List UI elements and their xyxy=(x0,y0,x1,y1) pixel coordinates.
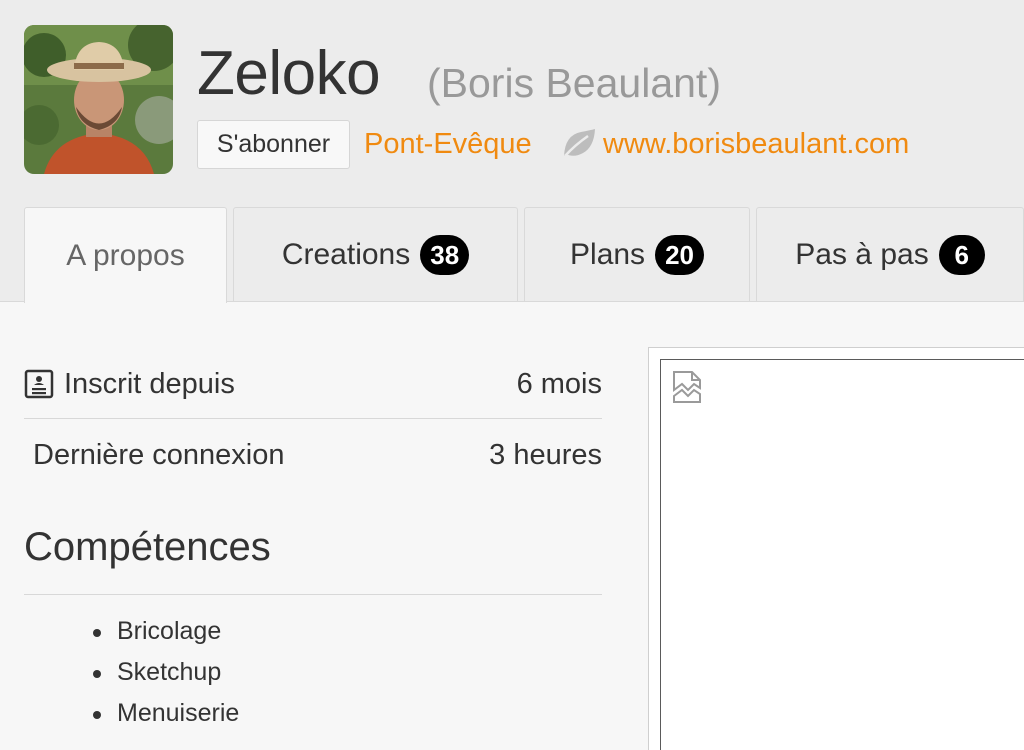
id-card-icon xyxy=(24,369,54,399)
tab-a-propos[interactable]: A propos xyxy=(24,207,227,303)
skills-list: Bricolage Sketchup Menuiserie xyxy=(92,611,239,734)
divider xyxy=(24,594,602,595)
stat-member-since: Inscrit depuis 6 mois xyxy=(24,360,602,408)
list-item: Bricolage xyxy=(92,611,239,652)
tab-label: Plans xyxy=(570,238,646,271)
tab-plans[interactable]: Plans 20 xyxy=(524,207,750,302)
count-badge: 6 xyxy=(938,235,985,275)
count-badge: 38 xyxy=(420,235,470,275)
divider xyxy=(24,418,602,419)
tab-label: Pas à pas xyxy=(795,238,929,271)
username: Zeloko xyxy=(197,39,381,108)
tab-pas-a-pas[interactable]: Pas à pas 6 xyxy=(756,207,1024,302)
stat-label: Dernière connexion xyxy=(33,438,285,471)
avatar[interactable] xyxy=(24,25,173,174)
location-link[interactable]: Pont-Evêque xyxy=(364,126,532,162)
list-item: Menuiserie xyxy=(92,693,239,734)
subscribe-button[interactable]: S'abonner xyxy=(197,120,350,169)
user-photo xyxy=(24,25,173,174)
leaf-icon xyxy=(564,129,595,157)
real-name: (Boris Beaulant) xyxy=(427,60,721,106)
stat-label: Inscrit depuis xyxy=(64,367,235,400)
stat-value: 3 heures xyxy=(489,438,602,471)
tab-label: Creations xyxy=(281,238,411,271)
broken-image-icon xyxy=(673,371,701,403)
tab-creations[interactable]: Creations 38 xyxy=(233,207,518,302)
stat-last-login: Dernière connexion 3 heures xyxy=(24,431,602,479)
website-link[interactable]: www.borisbeaulant.com xyxy=(603,126,909,162)
map-frame[interactable] xyxy=(648,347,1024,750)
list-item: Sketchup xyxy=(92,652,239,693)
stat-value: 6 mois xyxy=(516,367,602,400)
tab-label: A propos xyxy=(66,238,185,272)
count-badge: 20 xyxy=(655,235,704,275)
skills-title: Compétences xyxy=(24,525,271,569)
map-iframe[interactable] xyxy=(660,359,1024,750)
